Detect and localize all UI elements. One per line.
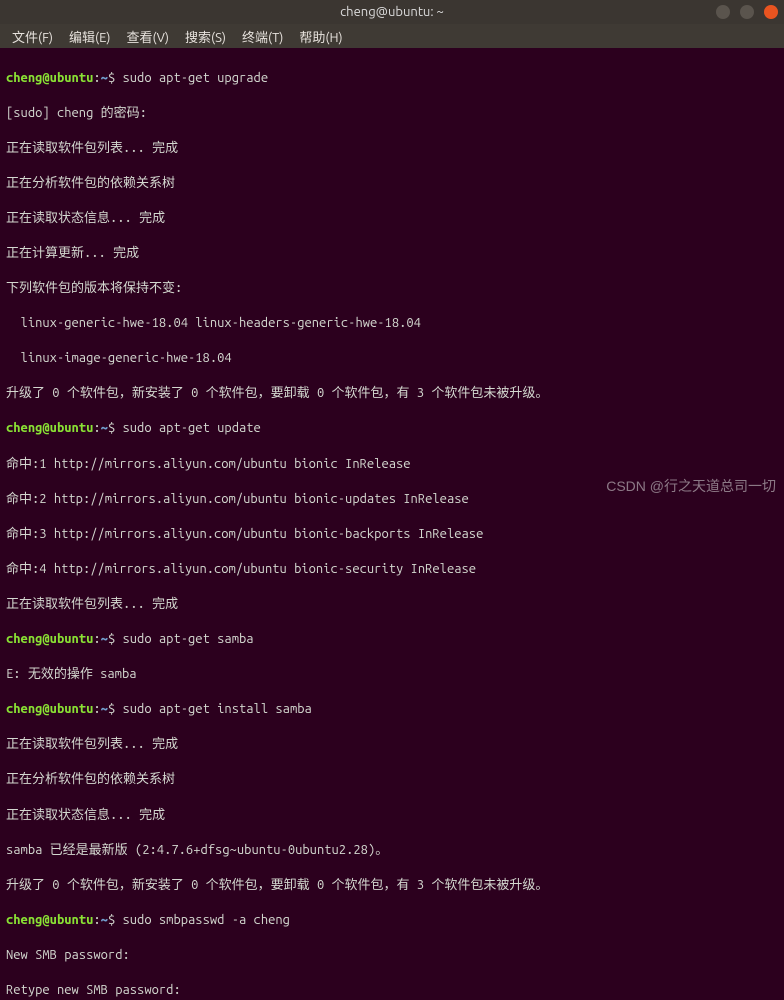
prompt-path: ~ — [101, 71, 108, 85]
menu-terminal[interactable]: 终端(T) — [236, 25, 289, 48]
terminal-line: 正在读取软件包列表... 完成 — [6, 596, 778, 614]
terminal-line: E: 无效的操作 samba — [6, 666, 778, 684]
prompt-dollar: $ — [108, 913, 123, 927]
terminal-line: Retype new SMB password: — [6, 982, 778, 1000]
terminal-line: cheng@ubuntu:~$ sudo apt-get samba — [6, 631, 778, 649]
prompt-path: ~ — [101, 702, 108, 716]
terminal-line: cheng@ubuntu:~$ sudo apt-get update — [6, 420, 778, 438]
prompt-path: ~ — [101, 421, 108, 435]
prompt-user: cheng@ubuntu — [6, 913, 93, 927]
command-text: sudo apt-get upgrade — [123, 71, 269, 85]
terminal-line: 升级了 0 个软件包，新安装了 0 个软件包，要卸载 0 个软件包，有 3 个软… — [6, 877, 778, 895]
prompt-user: cheng@ubuntu — [6, 632, 93, 646]
prompt-colon: : — [93, 913, 100, 927]
menu-help[interactable]: 帮助(H) — [293, 25, 348, 48]
menu-file[interactable]: 文件(F) — [6, 25, 59, 48]
terminal-line: New SMB password: — [6, 947, 778, 965]
terminal-line: samba 已经是最新版 (2:4.7.6+dfsg~ubuntu-0ubunt… — [6, 842, 778, 860]
command-text: sudo apt-get install samba — [123, 702, 312, 716]
prompt-user: cheng@ubuntu — [6, 71, 93, 85]
close-icon[interactable] — [764, 5, 778, 19]
terminal-line: 正在读取状态信息... 完成 — [6, 807, 778, 825]
terminal-line: 正在读取软件包列表... 完成 — [6, 736, 778, 754]
terminal-line: 正在分析软件包的依赖关系树 — [6, 771, 778, 789]
terminal-line: 命中:3 http://mirrors.aliyun.com/ubuntu bi… — [6, 526, 778, 544]
prompt-user: cheng@ubuntu — [6, 702, 93, 716]
prompt-colon: : — [93, 702, 100, 716]
terminal-line: 命中:4 http://mirrors.aliyun.com/ubuntu bi… — [6, 561, 778, 579]
terminal-line: linux-generic-hwe-18.04 linux-headers-ge… — [6, 315, 778, 333]
terminal-line: 正在计算更新... 完成 — [6, 245, 778, 263]
window-title: cheng@ubuntu: ~ — [340, 5, 444, 19]
prompt-dollar: $ — [108, 71, 123, 85]
prompt-dollar: $ — [108, 632, 123, 646]
terminal-line: linux-image-generic-hwe-18.04 — [6, 350, 778, 368]
prompt-path: ~ — [101, 632, 108, 646]
window-titlebar: cheng@ubuntu: ~ — [0, 0, 784, 24]
terminal-output[interactable]: cheng@ubuntu:~$ sudo apt-get upgrade [su… — [0, 48, 784, 1000]
prompt-colon: : — [93, 632, 100, 646]
menu-view[interactable]: 查看(V) — [121, 25, 175, 48]
terminal-line: [sudo] cheng 的密码: — [6, 105, 778, 123]
terminal-line: cheng@ubuntu:~$ sudo apt-get upgrade — [6, 70, 778, 88]
terminal-line: 命中:1 http://mirrors.aliyun.com/ubuntu bi… — [6, 456, 778, 474]
prompt-dollar: $ — [108, 421, 123, 435]
menubar: 文件(F) 编辑(E) 查看(V) 搜索(S) 终端(T) 帮助(H) — [0, 24, 784, 48]
prompt-colon: : — [93, 71, 100, 85]
terminal-line: 正在读取软件包列表... 完成 — [6, 140, 778, 158]
window-controls — [716, 5, 778, 19]
terminal-line: cheng@ubuntu:~$ sudo apt-get install sam… — [6, 701, 778, 719]
command-text: sudo apt-get samba — [123, 632, 254, 646]
command-text: sudo smbpasswd -a cheng — [123, 913, 290, 927]
minimize-icon[interactable] — [716, 5, 730, 19]
prompt-colon: : — [93, 421, 100, 435]
maximize-icon[interactable] — [740, 5, 754, 19]
terminal-line: 正在读取状态信息... 完成 — [6, 210, 778, 228]
menu-edit[interactable]: 编辑(E) — [63, 25, 116, 48]
prompt-user: cheng@ubuntu — [6, 421, 93, 435]
terminal-line: 下列软件包的版本将保持不变: — [6, 280, 778, 298]
prompt-path: ~ — [101, 913, 108, 927]
prompt-dollar: $ — [108, 702, 123, 716]
terminal-line: 升级了 0 个软件包，新安装了 0 个软件包，要卸载 0 个软件包，有 3 个软… — [6, 385, 778, 403]
terminal-line: 正在分析软件包的依赖关系树 — [6, 175, 778, 193]
watermark: CSDN @行之天道总司一切 — [606, 476, 776, 496]
terminal-line: cheng@ubuntu:~$ sudo smbpasswd -a cheng — [6, 912, 778, 930]
menu-search[interactable]: 搜索(S) — [179, 25, 232, 48]
command-text: sudo apt-get update — [123, 421, 261, 435]
